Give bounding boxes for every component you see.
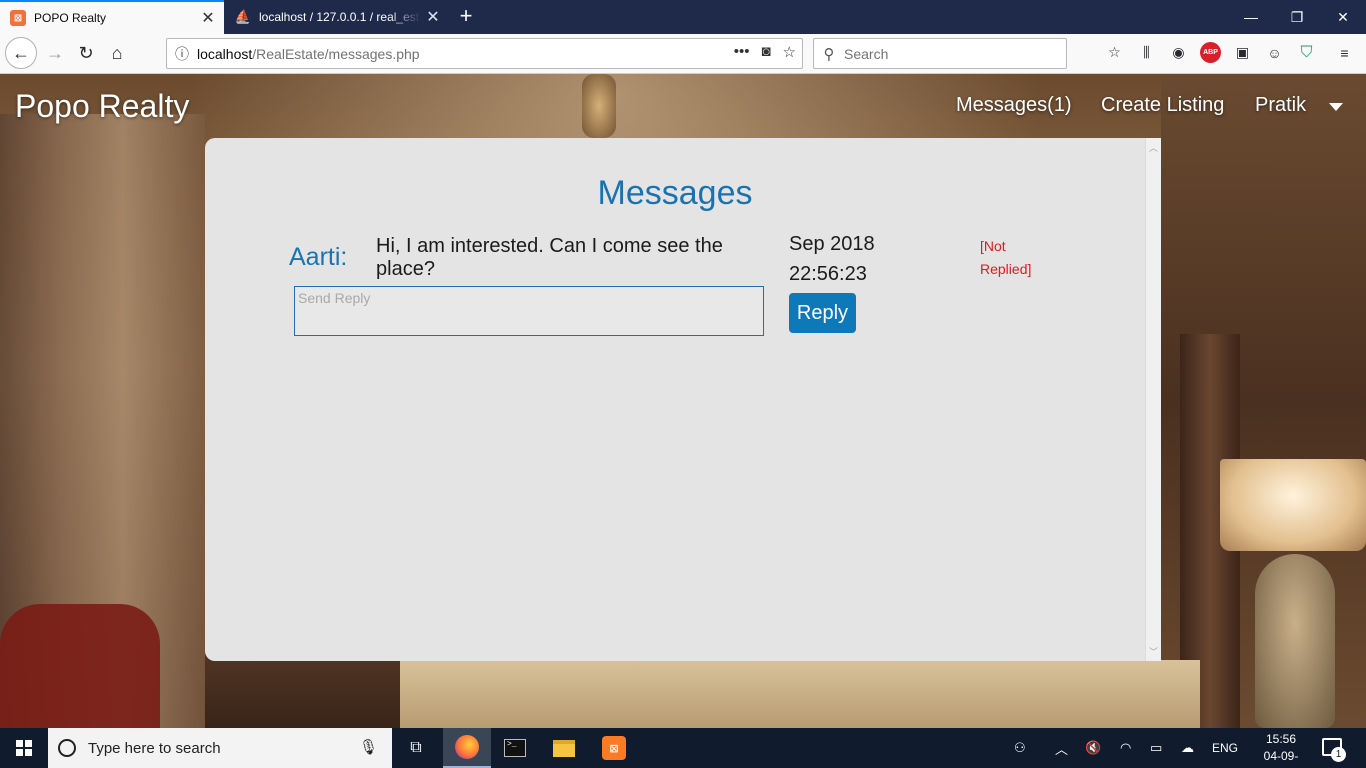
forward-button[interactable]: → xyxy=(40,38,70,68)
show-hidden-icons-chevron-icon[interactable]: ︿ xyxy=(1055,728,1068,768)
background-chair xyxy=(0,604,160,728)
taskbar-firefox[interactable] xyxy=(443,728,491,768)
battery-icon[interactable]: ▭ xyxy=(1150,728,1162,768)
message-sender: Aarti: xyxy=(289,243,348,271)
minimize-window-icon[interactable]: — xyxy=(1228,0,1274,34)
taskbar-command-prompt[interactable]: >_ xyxy=(491,728,539,768)
home-button[interactable]: ⌂ xyxy=(102,38,132,68)
close-window-icon[interactable]: ✕ xyxy=(1320,0,1366,34)
sidebar-icon[interactable]: ▣ xyxy=(1232,42,1253,63)
new-tab-button[interactable]: + xyxy=(455,3,477,31)
clock-time: 15:56 xyxy=(1265,732,1297,746)
sync-icon[interactable]: ◉ xyxy=(1168,42,1189,63)
pocket-icon[interactable]: ◙ xyxy=(761,43,770,61)
scroll-up-icon[interactable]: ︿ xyxy=(1149,141,1158,154)
shield-icon[interactable]: ⛉ xyxy=(1296,42,1317,63)
reply-status-badge: [Not Replied] xyxy=(980,238,1032,277)
taskbar-file-explorer[interactable] xyxy=(540,728,588,768)
windows-start-icon[interactable] xyxy=(16,740,32,756)
microphone-icon[interactable]: 🎙 xyxy=(359,738,378,756)
nav-messages-link[interactable]: Messages(1) xyxy=(956,94,1072,117)
bookmark-star-icon[interactable]: ☆ xyxy=(783,43,796,61)
tab-title: POPO Realty xyxy=(34,11,107,25)
tab-popo-realty[interactable]: ⊠ POPO Realty ✕ xyxy=(0,0,224,34)
message-time: 22:56:23 xyxy=(789,263,867,285)
message-text: Hi, I am interested. Can I come see the … xyxy=(376,235,723,280)
background-lamp-base xyxy=(1255,554,1335,728)
scroll-down-icon[interactable]: ﹀ xyxy=(1149,645,1158,658)
volume-muted-icon[interactable]: 🔇 xyxy=(1085,728,1101,768)
back-button[interactable]: ← xyxy=(5,37,37,69)
bookmarks-menu-icon[interactable]: ☆ xyxy=(1104,42,1125,63)
reply-textarea[interactable] xyxy=(294,286,764,336)
message-date: Sep 2018 xyxy=(789,233,875,255)
home-icon: ⌂ xyxy=(111,42,123,63)
wifi-icon[interactable]: ◠ xyxy=(1120,728,1131,768)
windows-taskbar: Type here to search 🎙 ⧉ >_ ⊠ ⚇ ︿ 🔇 ◠ ▭ ☁… xyxy=(0,728,1366,768)
reply-button[interactable]: Reply xyxy=(789,293,856,333)
search-icon: ⚲ xyxy=(823,45,835,63)
forward-arrow-icon: → xyxy=(46,42,64,63)
nav-user-menu[interactable]: Pratik xyxy=(1255,94,1306,117)
notification-count-badge: 1 xyxy=(1331,747,1346,762)
clock-date: 04-09-2018 xyxy=(1263,749,1299,768)
background-chandelier xyxy=(582,74,616,138)
browser-toolbar: ← → ↻ ⌂ ⓘ localhost/RealEstate/messages.… xyxy=(0,34,1366,74)
restore-window-icon[interactable]: ❐ xyxy=(1274,0,1320,34)
message-timestamp: Sep 2018 22:56:23 xyxy=(789,229,875,289)
address-bar[interactable]: ⓘ localhost/RealEstate/messages.php ••• … xyxy=(166,38,803,69)
taskbar-xampp[interactable]: ⊠ xyxy=(590,728,638,768)
tab-phpmyadmin[interactable]: ⛵ localhost / 127.0.0.1 / real_estate ✕ xyxy=(225,0,449,34)
hamburger-menu-icon[interactable]: ≡ xyxy=(1334,42,1355,63)
page-actions: ••• ◙ ☆ xyxy=(734,43,796,61)
messages-panel: Messages Aarti: Hi, I am interested. Can… xyxy=(205,138,1161,661)
library-icon[interactable]: ⫼ xyxy=(1136,42,1157,63)
search-bar[interactable]: ⚲ Search xyxy=(813,38,1067,69)
reload-button[interactable]: ↻ xyxy=(71,38,101,68)
xampp-icon: ⊠ xyxy=(10,10,26,26)
command-prompt-icon: >_ xyxy=(504,739,526,757)
onedrive-cloud-icon[interactable]: ☁ xyxy=(1181,728,1194,768)
url-path: /RealEstate/messages.php xyxy=(252,45,420,62)
tab-title: localhost / 127.0.0.1 / real_estate xyxy=(259,10,421,24)
toolbar-icons: ☆ ⫼ ◉ ABP ▣ ☺ ⛉ ≡ xyxy=(1104,42,1355,63)
background-lamp xyxy=(1220,459,1366,551)
extension-face-icon[interactable]: ☺ xyxy=(1264,42,1285,63)
phpmyadmin-icon: ⛵ xyxy=(234,9,252,24)
search-placeholder: Search xyxy=(844,45,889,62)
firefox-icon xyxy=(455,735,479,759)
back-arrow-icon: ← xyxy=(12,42,30,63)
panel-scrollbar[interactable]: ︿ ﹀ xyxy=(1145,138,1161,661)
page-viewport: Popo Realty Messages(1) Create Listing P… xyxy=(0,74,1366,728)
cortana-icon xyxy=(58,739,76,757)
user-menu-caret-icon[interactable] xyxy=(1329,103,1343,111)
page-actions-menu-icon[interactable]: ••• xyxy=(734,43,750,61)
nav-create-listing-link[interactable]: Create Listing xyxy=(1101,94,1224,117)
close-tab-icon[interactable]: ✕ xyxy=(421,7,445,27)
url-host: localhost xyxy=(197,45,253,62)
browser-tab-strip: ⊠ POPO Realty ✕ ⛵ localhost / 127.0.0.1 … xyxy=(0,0,1366,34)
task-view-icon: ⧉ xyxy=(410,739,422,756)
taskbar-search-placeholder: Type here to search xyxy=(88,739,221,757)
system-clock[interactable]: 15:56 04-09-2018 xyxy=(1258,731,1304,768)
site-info-icon[interactable]: ⓘ xyxy=(167,44,197,64)
reload-icon: ↻ xyxy=(78,42,94,63)
task-view-button[interactable]: ⧉ xyxy=(392,728,440,768)
background-bed xyxy=(400,660,1200,728)
input-language[interactable]: ENG xyxy=(1212,728,1238,768)
taskbar-search-box[interactable]: Type here to search 🎙 xyxy=(48,728,392,768)
adblock-plus-icon[interactable]: ABP xyxy=(1200,42,1221,63)
page-title: Messages xyxy=(597,174,753,212)
close-tab-icon[interactable]: ✕ xyxy=(196,8,220,28)
folder-icon xyxy=(553,739,575,757)
xampp-icon: ⊠ xyxy=(602,736,626,760)
people-icon[interactable]: ⚇ xyxy=(1014,728,1026,768)
site-brand-logo[interactable]: Popo Realty xyxy=(15,88,189,125)
